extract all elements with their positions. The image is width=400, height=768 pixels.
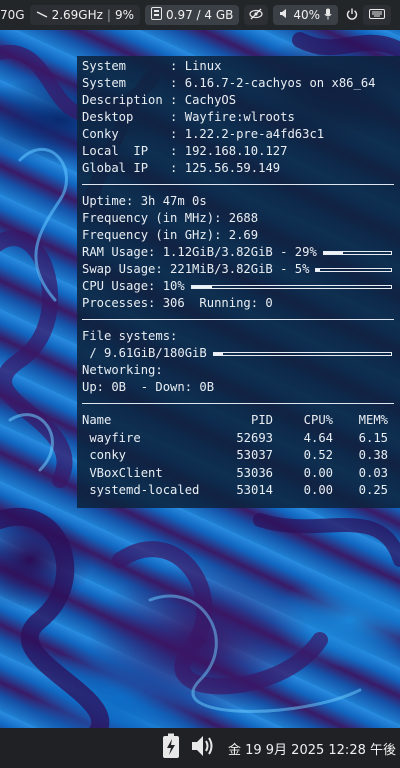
battery-charging-icon[interactable] [162,733,180,763]
ram-usage: RAM Usage: 1.12GiB/3.82GiB - 29% [82,244,400,261]
process-mem: 0.38 [358,448,388,462]
system-info-row: Conky : 1.22.2-pre-a4fd63c1 [82,126,400,143]
process-row: conky 53037 0.52 0.38 [82,447,400,465]
idle-inhibitor[interactable] [244,5,269,25]
info-colon: : [162,76,185,90]
process-row: VBoxClient 53036 0.00 0.03 [82,465,400,483]
cpu-usage-value: 9% [114,8,135,22]
processes-count: Processes: 306 Running: 0 [82,296,273,310]
cpu-usage: CPU Usage: 10% [82,278,400,295]
clock[interactable]: 金 19 9月 2025 12:28 午後 [228,739,396,758]
eye-slash-icon [249,8,263,23]
speaker-icon [279,8,289,22]
system-info-row: Local IP : 192.168.10.127 [82,143,400,160]
top-panel: 70G 2.69GHz | 9% 0.97 / 4 GB 40% [0,0,400,30]
cpu-usage-label: CPU Usage: 10% [82,279,185,293]
info-colon: : [162,93,185,107]
process-mem: 0.25 [358,483,388,497]
microphone-icon [324,8,332,23]
bottom-panel: 金 19 9月 2025 12:28 午後 [0,728,400,768]
filesystems-label: File systems: [82,329,178,343]
root-filesystem: / 9.61GiB/180GiB [82,345,400,362]
system-info-row: Description : CachyOS [82,92,400,109]
info-value: 1.22.2-pre-a4fd63c1 [184,127,325,141]
process-row: wayfire 52693 4.64 6.15 [82,430,400,448]
process-cpu: 4.64 [303,430,333,445]
networking-label: Networking: [82,363,163,377]
volume-value: 40% [293,8,321,22]
ram-usage-bar [322,250,392,255]
cpu-freq-icon [36,8,48,22]
info-colon: : [162,161,185,175]
info-label: System [82,76,163,90]
swap-usage-label: Swap Usage: 221MiB/3.82GiB - 5% [82,262,310,276]
process-cpu: 0.00 [303,483,333,497]
cpu-freq-widget[interactable]: 2.69GHz | 9% [29,5,141,25]
system-info-row: System : Linux [82,58,400,75]
info-label: Local IP [82,144,163,158]
header-cpu: CPU% [303,413,333,427]
system-info-row: Desktop : Wayfire:wlroots [82,109,400,126]
process-name: conky [82,448,127,462]
volume-widget[interactable]: 40% [273,5,339,25]
process-pid: 53014 [236,483,273,497]
header-pid: PID [250,413,273,427]
header-mem: MEM% [358,413,388,427]
process-cpu: 0.00 [303,465,333,480]
process-mem: 6.15 [358,430,388,445]
info-value: 192.168.10.127 [184,144,288,158]
power-icon[interactable] [346,8,358,23]
divider [82,184,394,185]
info-value: Linux [184,59,222,73]
network-traffic: Up: 0B - Down: 0B [82,380,215,394]
process-name: systemd-localed [82,483,200,497]
process-row: systemd-localed 53014 0.00 0.25 [82,482,400,500]
divider [82,403,394,404]
info-value: Wayfire:wlroots [184,110,295,124]
info-colon: : [162,127,185,141]
keyboard-widget[interactable] [363,5,392,25]
conky-panel: System : Linux System : 6.16.7-2-cachyos … [77,56,400,508]
frequency-ghz: Frequency (in GHz): 2.69 [82,228,259,242]
volume-icon[interactable] [190,733,218,763]
keyboard-icon [369,8,386,22]
disk-value: 70G [0,8,25,22]
info-colon: : [162,59,185,73]
info-label: Conky [82,127,163,141]
info-value: CachyOS [184,93,237,107]
process-name: VBoxClient [82,465,163,480]
memory-widget[interactable]: 0.97 / 4 GB [145,5,240,25]
ram-usage-label: RAM Usage: 1.12GiB/3.82GiB - 29% [82,245,317,259]
info-value: 6.16.7-2-cachyos on x86_64 [184,76,376,90]
process-pid: 53036 [236,465,273,480]
cpu-freq-value: 2.69GHz [51,8,103,22]
header-name: Name [82,413,112,427]
process-table-header: Name PID CPU% MEM% [82,412,400,430]
info-label: Global IP [82,161,163,175]
process-pid: 53037 [236,448,273,462]
info-label: System [82,59,163,73]
info-value: 125.56.59.149 [184,161,281,175]
process-pid: 52693 [236,430,273,445]
cpu-usage-bar [190,284,392,289]
root-filesystem-bar [212,351,392,356]
info-colon: : [162,110,185,124]
process-name: wayfire [82,430,141,445]
process-mem: 0.03 [358,465,388,480]
divider [82,319,394,320]
system-info-row: Global IP : 125.56.59.149 [82,160,400,177]
swap-usage-bar [315,267,392,272]
memory-icon [151,7,163,23]
memory-value: 0.97 / 4 GB [166,8,234,22]
process-cpu: 0.52 [303,448,333,462]
uptime: Uptime: 3h 47m 0s [82,194,207,208]
info-label: Description [82,93,163,107]
info-label: Desktop [82,110,163,124]
system-info-row: System : 6.16.7-2-cachyos on x86_64 [82,75,400,92]
separator: | [106,8,111,22]
root-filesystem-label: / 9.61GiB/180GiB [82,346,207,360]
swap-usage: Swap Usage: 221MiB/3.82GiB - 5% [82,261,400,278]
info-colon: : [162,144,185,158]
frequency-mhz: Frequency (in MHz): 2688 [82,211,259,225]
